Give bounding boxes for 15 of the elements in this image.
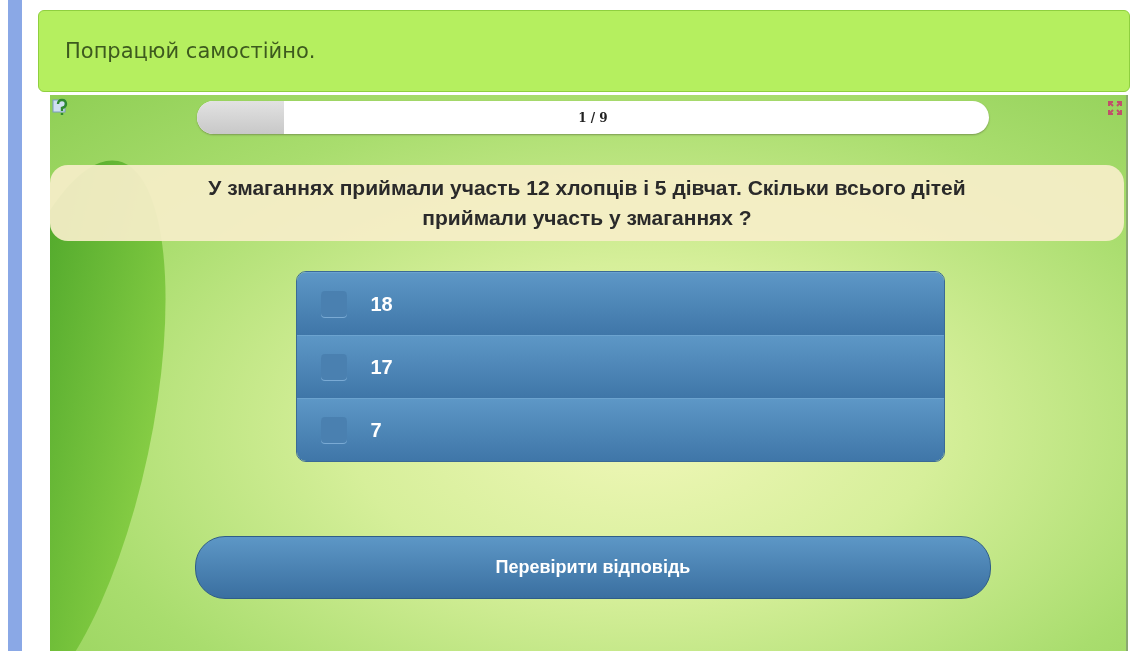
option-label: 7: [370, 418, 382, 442]
checkbox[interactable]: [320, 291, 347, 317]
check-answer-button[interactable]: Перевірити відповідь: [195, 536, 991, 599]
answer-option[interactable]: 17: [296, 335, 944, 398]
progress-label: 1 / 9: [578, 110, 608, 125]
task-title: Попрацюй самостійно.: [65, 39, 316, 63]
checkbox[interactable]: [320, 354, 347, 380]
fullscreen-icon[interactable]: [1108, 101, 1122, 115]
answer-option[interactable]: 7: [296, 398, 944, 461]
help-icon[interactable]: [52, 97, 70, 117]
checkbox[interactable]: [320, 417, 347, 443]
option-label: 18: [370, 292, 393, 316]
answer-option[interactable]: 18: [296, 272, 944, 335]
option-label: 17: [370, 355, 393, 379]
question-text: У змаганнях приймали участь 12 хлопців і 5 дівчат. Скільки всього дітей приймали участь у змаганнях ?: [50, 165, 1124, 241]
